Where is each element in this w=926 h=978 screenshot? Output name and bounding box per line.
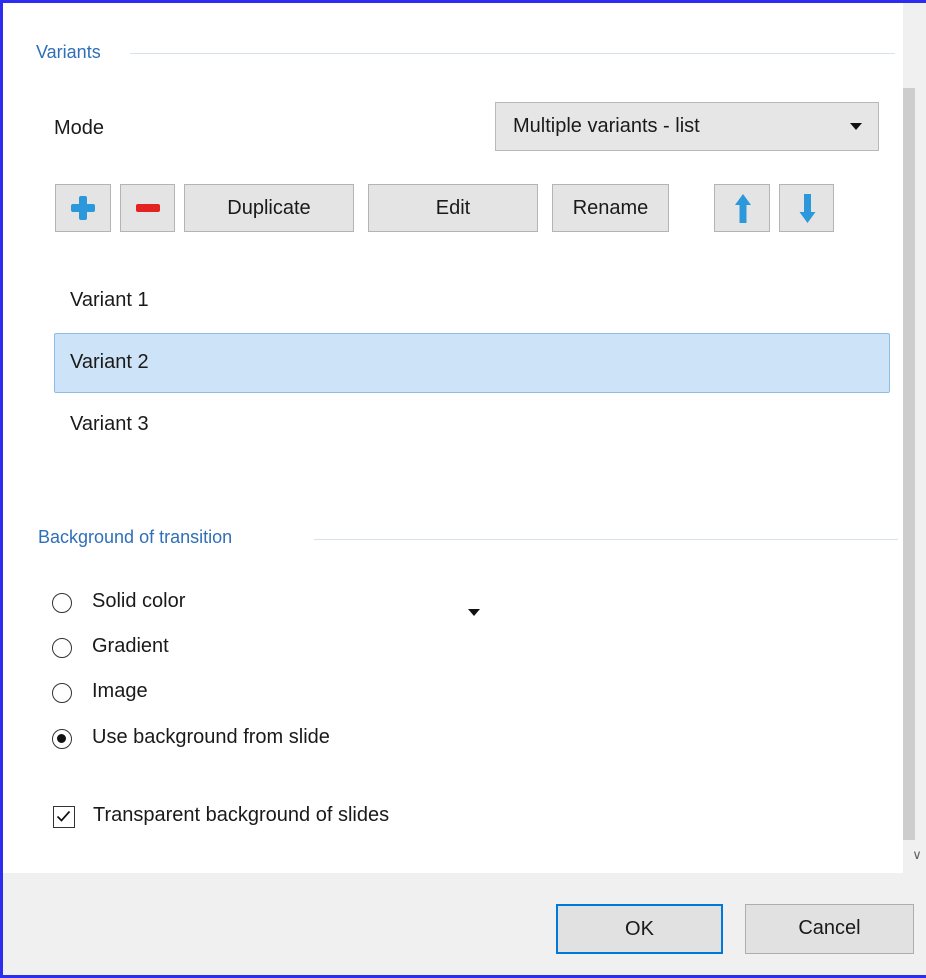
variants-section-title: Variants: [36, 42, 101, 62]
list-item-label: Variant 2: [70, 351, 149, 373]
background-section-title: Background of transition: [38, 527, 233, 547]
mode-dropdown[interactable]: Multiple variants - list: [495, 102, 879, 151]
radio-button-selected[interactable]: [52, 729, 72, 749]
dropdown-arrow-icon: [850, 123, 862, 130]
color-dropdown-arrow-icon[interactable]: [468, 609, 480, 616]
radio-label: Gradient: [92, 635, 169, 657]
list-item-variant-3[interactable]: Variant 3: [54, 395, 890, 455]
move-down-button[interactable]: [779, 184, 834, 232]
variants-section-divider: [130, 53, 895, 54]
rename-button[interactable]: Rename: [552, 184, 669, 232]
scrollbar-thumb[interactable]: [903, 88, 915, 840]
radio-label: Solid color: [92, 590, 186, 612]
arrow-down-icon: [799, 194, 816, 223]
radio-label: Image: [92, 680, 148, 702]
mode-dropdown-value: Multiple variants - list: [513, 115, 700, 137]
remove-variant-button[interactable]: [120, 184, 175, 232]
list-item-variant-2[interactable]: Variant 2: [54, 333, 890, 393]
edit-button[interactable]: Edit: [368, 184, 538, 232]
arrow-up-icon: [735, 194, 751, 223]
list-item-variant-1[interactable]: Variant 1: [54, 271, 890, 331]
checkbox-label: Transparent background of slides: [93, 804, 390, 826]
mode-label: Mode: [54, 117, 105, 139]
background-section-divider: [314, 539, 898, 540]
radio-button[interactable]: [52, 593, 72, 613]
radio-button[interactable]: [52, 683, 72, 703]
duplicate-button[interactable]: Duplicate: [184, 184, 354, 232]
ok-button[interactable]: OK: [556, 904, 723, 954]
list-item-label: Variant 3: [70, 413, 149, 435]
cancel-button[interactable]: Cancel: [745, 904, 914, 954]
transparent-background-checkbox[interactable]: [53, 806, 75, 828]
scroll-down-icon[interactable]: ∨: [908, 846, 926, 864]
move-up-button[interactable]: [714, 184, 770, 232]
checkmark-icon: [56, 810, 71, 822]
list-item-label: Variant 1: [70, 289, 149, 311]
radio-label: Use background from slide: [92, 726, 330, 748]
radio-button[interactable]: [52, 638, 72, 658]
add-variant-button[interactable]: [55, 184, 111, 232]
